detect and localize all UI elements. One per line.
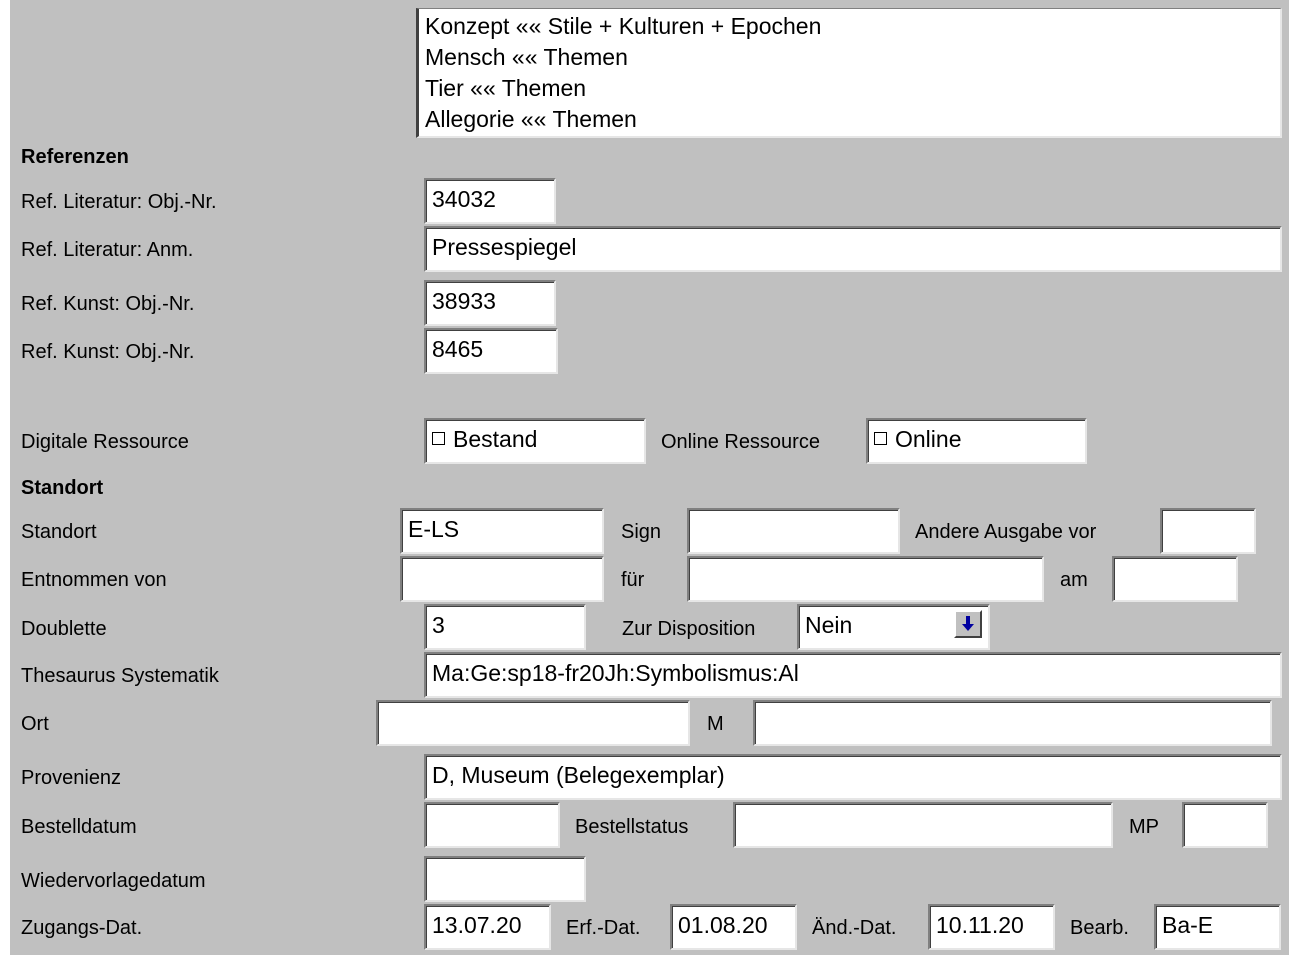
zur-disposition-value: Nein: [805, 612, 853, 638]
online-checkbox[interactable]: [874, 432, 887, 446]
sign-label: Sign: [621, 521, 662, 543]
erf-dat-field[interactable]: 01.08.20: [670, 904, 797, 950]
bestellstatus-label: Bestellstatus: [575, 816, 689, 838]
bearb-field[interactable]: Ba-E: [1154, 904, 1281, 950]
doublette-field[interactable]: 3: [424, 604, 586, 650]
thesaurus-field[interactable]: Ma:Ge:sp18-fr20Jh:Symbolismus:Al: [424, 652, 1282, 698]
ref-lit-objnr-label: Ref. Literatur: Obj.-Nr.: [21, 191, 217, 213]
list-item[interactable]: Allegorie «« Themen: [425, 104, 1280, 135]
m-label: M: [707, 713, 724, 735]
list-item[interactable]: Tier «« Themen: [425, 73, 1280, 104]
ref-kunst-objnr-label-1: Ref. Kunst: Obj.-Nr.: [21, 293, 195, 315]
ref-lit-anm-field[interactable]: Pressespiegel: [424, 226, 1282, 272]
section-heading-referenzen: Referenzen: [21, 146, 129, 168]
bestelldatum-field[interactable]: [424, 802, 560, 848]
list-item[interactable]: Konzept «« Stile + Kulturen + Epochen: [425, 11, 1280, 42]
online-field[interactable]: Online: [866, 418, 1087, 464]
mp-field[interactable]: [1182, 802, 1268, 848]
provenienz-label: Provenienz: [21, 767, 122, 789]
entnommen-von-field[interactable]: [400, 556, 604, 602]
ref-lit-anm-label: Ref. Literatur: Anm.: [21, 239, 194, 261]
wiedervorlagedatum-label: Wiedervorlagedatum: [21, 870, 206, 892]
sign-field[interactable]: [687, 508, 900, 554]
ref-kunst-objnr-label-2: Ref. Kunst: Obj.-Nr.: [21, 341, 195, 363]
arrow-down-icon: [962, 616, 974, 631]
zur-disposition-label: Zur Disposition: [622, 618, 756, 640]
fuer-label: für: [621, 569, 645, 591]
thesaurus-label: Thesaurus Systematik: [21, 665, 219, 687]
online-text: Online: [895, 426, 962, 452]
aend-dat-label: Änd.-Dat.: [812, 917, 897, 939]
fuer-field[interactable]: [687, 556, 1044, 602]
ref-kunst-objnr-field-1[interactable]: 38933: [424, 280, 556, 326]
erf-dat-label: Erf.-Dat.: [566, 917, 641, 939]
ref-kunst-objnr-field-2[interactable]: 8465: [424, 328, 558, 374]
standort-field[interactable]: E-LS: [400, 508, 604, 554]
zur-disposition-select[interactable]: Nein: [797, 604, 990, 650]
standort-label: Standort: [21, 521, 97, 543]
list-item[interactable]: Mensch «« Themen: [425, 42, 1280, 73]
zugangs-dat-label: Zugangs-Dat.: [21, 917, 143, 939]
zugangs-dat-field[interactable]: 13.07.20: [424, 904, 551, 950]
wiedervorlagedatum-field[interactable]: [424, 856, 586, 902]
am-field[interactable]: [1112, 556, 1238, 602]
mp-label: MP: [1129, 816, 1159, 838]
dropdown-button[interactable]: [954, 610, 982, 638]
bestelldatum-label: Bestelldatum: [21, 816, 137, 838]
ort-field[interactable]: [376, 700, 690, 746]
doublette-label: Doublette: [21, 618, 107, 640]
am-label: am: [1060, 569, 1088, 591]
provenienz-field[interactable]: D, Museum (Belegexemplar): [424, 754, 1282, 800]
category-listbox[interactable]: Konzept «« Stile + Kulturen + Epochen Me…: [416, 8, 1282, 138]
andere-ausgabe-label: Andere Ausgabe vor: [915, 521, 1097, 543]
section-heading-standort: Standort: [21, 477, 104, 499]
bearb-label: Bearb.: [1070, 917, 1129, 939]
andere-ausgabe-field[interactable]: [1160, 508, 1256, 554]
entnommen-von-label: Entnommen von: [21, 569, 167, 591]
digitale-ressource-label: Digitale Ressource: [21, 431, 189, 453]
bestellstatus-field[interactable]: [733, 802, 1113, 848]
m-field[interactable]: [753, 700, 1272, 746]
bestand-checkbox[interactable]: [432, 432, 445, 446]
online-ressource-label: Online Ressource: [661, 431, 820, 453]
bestand-field[interactable]: Bestand: [424, 418, 646, 464]
ref-lit-objnr-field[interactable]: 34032: [424, 178, 556, 224]
aend-dat-field[interactable]: 10.11.20: [928, 904, 1055, 950]
ort-label: Ort: [21, 713, 49, 735]
bestand-text: Bestand: [453, 426, 538, 452]
